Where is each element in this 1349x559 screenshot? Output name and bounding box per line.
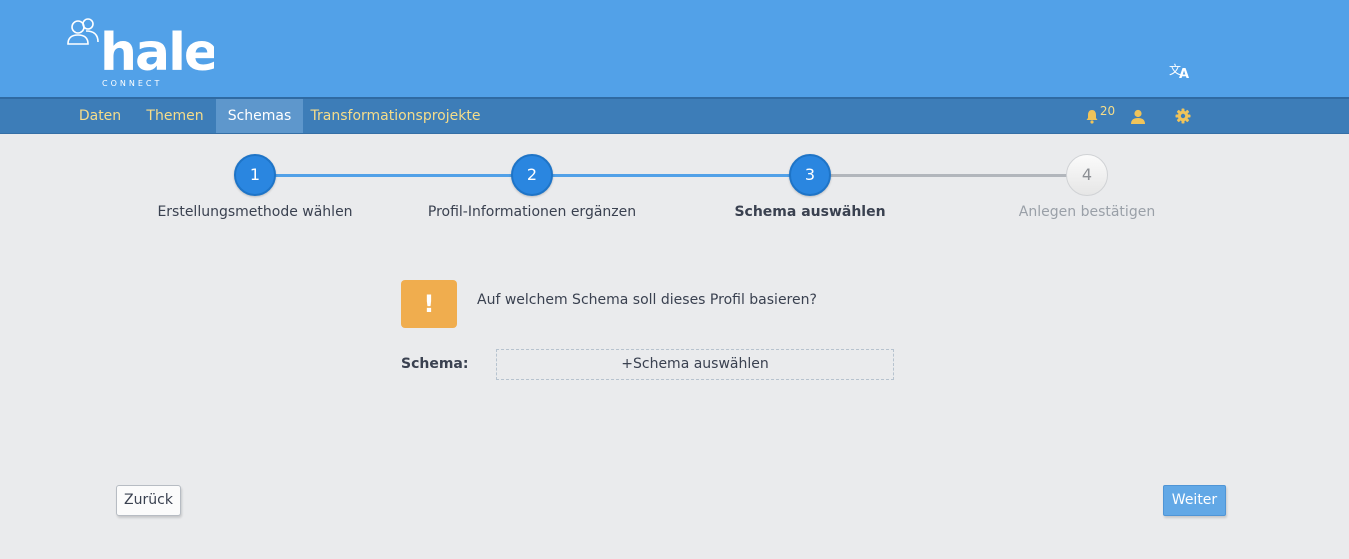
step-1-label: Erstellungsmethode wählen [157,204,353,220]
gear-icon [1175,108,1191,124]
schema-label: Schema: [401,356,469,372]
user-button[interactable] [1127,105,1149,127]
nav-item-daten[interactable]: Daten [66,99,134,133]
next-button[interactable]: Weiter [1163,485,1226,516]
step-connector [255,174,533,177]
logo-subtext: CONNECT [102,79,162,88]
settings-button[interactable] [1172,105,1194,127]
back-button[interactable]: Zurück [116,485,181,516]
logo-text: hale [100,23,214,83]
user-icon [1131,109,1145,124]
step-3-label: Schema auswählen [734,204,886,220]
select-schema-button[interactable]: +Schema auswählen [496,349,894,380]
nav-item-schemas[interactable]: Schemas [216,99,303,133]
warning-icon: ! [401,280,457,328]
step-1-circle: 1 [234,154,276,196]
step-4-circle: 4 [1066,154,1108,196]
step-2-label: Profil-Informationen ergänzen [427,204,637,220]
step-4-label: Anlegen bestätigen [1018,204,1156,220]
svg-text:A: A [1179,67,1189,82]
main-navbar: Daten Themen Schemas Transformationsproj… [0,97,1349,134]
step-2-circle: 2 [511,154,553,196]
bell-icon [1086,109,1098,124]
top-header: hale CONNECT 文 A [0,0,1349,97]
step-connector [810,174,1088,177]
translate-icon[interactable]: 文 A [1168,60,1192,82]
nav-item-transformationsprojekte[interactable]: Transformationsprojekte [303,99,488,133]
notifications-button[interactable]: 20 [1083,104,1117,127]
hale-connect-logo[interactable]: hale CONNECT [64,14,214,89]
notification-count: 20 [1099,104,1116,118]
nav-item-themen[interactable]: Themen [136,99,214,133]
schema-question: Auf welchem Schema soll dieses Profil ba… [477,292,817,308]
wizard-stepper: 1 2 3 4 Erstellungsmethode wählen Profil… [0,134,1349,244]
step-3-circle: 3 [789,154,831,196]
step-connector [533,174,810,177]
